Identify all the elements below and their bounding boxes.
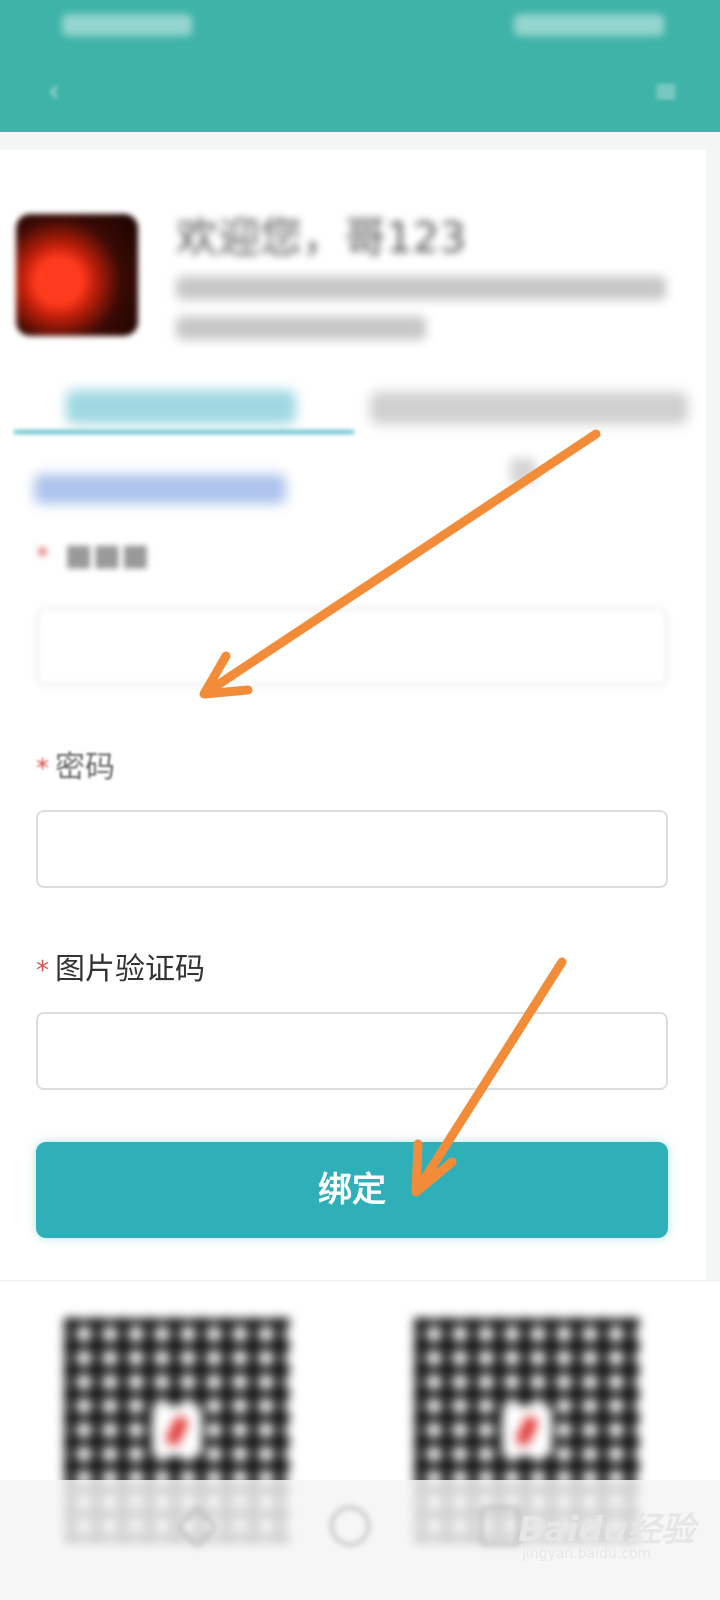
qr-center-logo <box>152 1406 202 1456</box>
watermark-logo: Baidu经验 <box>518 1510 696 1550</box>
username-field[interactable] <box>36 608 668 686</box>
captcha-label: * 图片验证码 <box>36 944 205 988</box>
username-label: * ■■■ <box>36 538 150 573</box>
status-bar-right <box>514 14 664 36</box>
back-arrow-icon[interactable]: ‹ <box>34 72 74 112</box>
menu-icon[interactable]: ≡ <box>646 72 686 112</box>
app-logo <box>16 214 138 336</box>
captcha-field[interactable] <box>36 1012 668 1090</box>
status-bar <box>0 0 720 52</box>
tab-other-option[interactable] <box>370 392 688 424</box>
help-link[interactable] <box>34 474 286 504</box>
baidu-jingyan-watermark: Baidu经验 jingyan.baidu.com <box>510 1502 700 1580</box>
tab-active-indicator <box>14 430 354 434</box>
watermark-url: jingyan.baidu.com <box>522 1546 652 1562</box>
system-home-icon[interactable] <box>330 1506 370 1546</box>
password-label-text: 密码 <box>55 750 115 785</box>
welcome-description <box>176 276 676 346</box>
status-bar-left <box>62 14 192 36</box>
username-label-text: ■■■ <box>64 538 150 573</box>
required-mark: * <box>36 956 49 986</box>
welcome-title: 欢迎您，哥123 <box>176 213 467 262</box>
qr-center-logo <box>502 1406 552 1456</box>
toggle-icon[interactable] <box>510 458 536 484</box>
password-field[interactable] <box>36 810 668 888</box>
required-mark: * <box>36 754 49 784</box>
bind-button[interactable]: 绑定 <box>36 1142 668 1238</box>
captcha-label-text: 图片验证码 <box>55 952 205 987</box>
required-mark: * <box>36 542 49 572</box>
password-label: * 密码 <box>36 742 115 786</box>
tab-bind-existing-account[interactable] <box>66 390 296 424</box>
